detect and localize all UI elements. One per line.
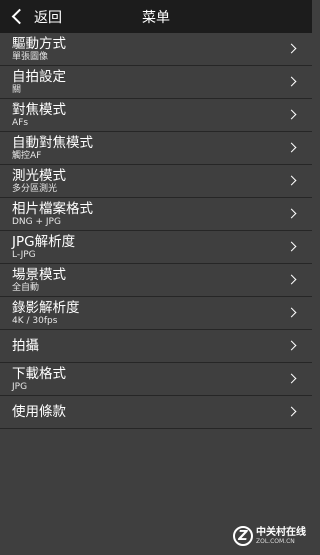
menu-item-value: JPG [12, 382, 28, 392]
menu-item-label: 相片檔案格式 [12, 201, 93, 217]
menu-item-value: AFs [12, 118, 29, 128]
menu-item-jpg-resolution[interactable]: JPG解析度 L-JPG [0, 231, 312, 264]
menu-item-value: L-JPG [12, 250, 36, 260]
menu-item-value: 關 [12, 85, 22, 95]
menu-item-label: 場景模式 [12, 267, 66, 283]
chevron-right-icon [286, 274, 297, 285]
menu-item-value: 觸控AF [12, 151, 42, 161]
chevron-right-icon [286, 109, 297, 120]
menu-item-label: 自動對焦模式 [12, 135, 93, 151]
navigation-bar: 返回 菜单 [0, 0, 312, 33]
back-button[interactable]: 返回 [10, 0, 62, 33]
menu-item-shooting[interactable]: 拍攝 [0, 330, 312, 363]
menu-item-value: 多分區測光 [12, 184, 58, 194]
chevron-right-icon [286, 43, 297, 54]
menu-item-self-timer[interactable]: 自拍設定 關 [0, 66, 312, 99]
chevron-right-icon [286, 340, 297, 351]
watermark-url: ZOL.COM.CN [256, 538, 295, 545]
watermark-name: 中关村在线 [256, 527, 306, 538]
menu-item-video-resolution[interactable]: 錄影解析度 4K / 30fps [0, 297, 312, 330]
menu-item-label: 拍攝 [12, 338, 39, 354]
menu-item-value: 全自動 [12, 283, 40, 293]
menu-item-label: 自拍設定 [12, 69, 66, 85]
menu-item-label: 對焦模式 [12, 102, 66, 118]
menu-item-value: DNG + JPG [12, 217, 61, 227]
menu-item-terms-of-use[interactable]: 使用條款 [0, 396, 312, 429]
watermark-text: 中关村在线 ZOL.COM.CN [256, 527, 306, 545]
menu-item-label: 使用條款 [12, 404, 66, 420]
menu-item-photo-file-format[interactable]: 相片檔案格式 DNG + JPG [0, 198, 312, 231]
menu-item-value: 4K / 30fps [12, 316, 58, 326]
menu-item-value: 單張圖像 [12, 52, 49, 62]
zol-logo-icon: Z [233, 526, 253, 546]
chevron-right-icon [286, 241, 297, 252]
settings-list: 驅動方式 單張圖像 自拍設定 關 對焦模式 AFs 自動對焦模式 觸控AF 測光… [0, 33, 312, 429]
menu-item-metering-mode[interactable]: 測光模式 多分區測光 [0, 165, 312, 198]
menu-item-download-format[interactable]: 下載格式 JPG [0, 363, 312, 396]
chevron-right-icon [286, 307, 297, 318]
back-label: 返回 [34, 9, 62, 26]
chevron-right-icon [286, 406, 297, 417]
menu-screen: 返回 菜单 驅動方式 單張圖像 自拍設定 關 對焦模式 AFs 自動對焦模式 觸… [0, 0, 312, 555]
menu-item-focus-mode[interactable]: 對焦模式 AFs [0, 99, 312, 132]
menu-item-label: JPG解析度 [12, 234, 76, 250]
chevron-right-icon [286, 175, 297, 186]
menu-item-label: 錄影解析度 [12, 300, 80, 316]
menu-item-label: 驅動方式 [12, 36, 66, 52]
menu-item-scene-mode[interactable]: 場景模式 全自動 [0, 264, 312, 297]
chevron-right-icon [286, 208, 297, 219]
menu-item-label: 下載格式 [12, 366, 66, 382]
zol-watermark: Z 中关村在线 ZOL.COM.CN [233, 526, 306, 546]
chevron-right-icon [286, 373, 297, 384]
chevron-right-icon [286, 142, 297, 153]
menu-item-drive-mode[interactable]: 驅動方式 單張圖像 [0, 33, 312, 66]
menu-item-label: 測光模式 [12, 168, 66, 184]
menu-item-af-mode[interactable]: 自動對焦模式 觸控AF [0, 132, 312, 165]
chevron-right-icon [286, 76, 297, 87]
chevron-left-icon [11, 8, 28, 25]
